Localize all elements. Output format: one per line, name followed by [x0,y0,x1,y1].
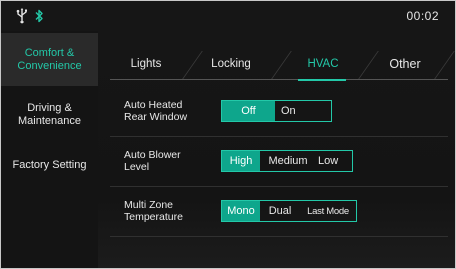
setting-label: Multi Zone Temperature [124,199,183,223]
sidebar-item-label: Factory Setting [12,158,87,171]
usb-icon [16,8,27,24]
clock: 00:02 [406,9,439,23]
sidebar-item-label: Comfort & Convenience [17,46,82,72]
bluetooth-icon [35,9,43,23]
option-mono[interactable]: Mono [222,201,260,221]
sidebar: Comfort & Convenience Driving & Maintena… [1,31,98,268]
sidebar-item-comfort-convenience[interactable]: Comfort & Convenience [1,33,98,86]
tab-label: Locking [211,58,251,70]
multi-zone-temperature-selector: Mono Dual Last Mode [221,200,357,222]
tab-locking[interactable]: Locking [188,49,274,79]
option-medium[interactable]: Medium [260,151,316,171]
tab-label: HVAC [307,58,339,70]
tab-bar: Lights Locking HVAC Other [110,49,455,83]
hvac-settings-screen: 00:02 Comfort & Convenience Driving & Ma… [0,0,456,269]
sidebar-item-driving-maintenance[interactable]: Driving & Maintenance [1,93,98,137]
tab-hvac[interactable]: HVAC [280,49,366,79]
auto-blower-level-selector: High Medium Low [221,150,353,172]
status-icons [15,8,44,24]
tab-label: Other [389,57,421,71]
option-off[interactable]: Off [222,101,275,121]
option-high[interactable]: High [222,151,260,171]
tab-label: Lights [130,58,162,70]
sidebar-item-label: Driving & Maintenance [18,102,81,127]
option-last-mode[interactable]: Last Mode [300,201,356,221]
row-divider [110,186,448,187]
active-tab-indicator [298,79,346,81]
row-divider [110,136,448,137]
settings-panel: Lights Locking HVAC Other Auto Heated Re… [98,31,455,268]
setting-row-auto-blower-level: Auto Blower Level High Medium Low [110,139,448,187]
tab-baseline [110,79,448,80]
tab-other[interactable]: Other [365,49,445,79]
setting-label: Auto Blower Level [124,149,181,173]
option-low[interactable]: Low [316,151,352,171]
option-on[interactable]: On [275,101,331,121]
sidebar-item-factory-setting[interactable]: Factory Setting [1,143,98,187]
setting-row-auto-heated-rear-window: Auto Heated Rear Window Off On [110,89,448,137]
setting-label: Auto Heated Rear Window [124,99,188,123]
option-dual[interactable]: Dual [260,201,300,221]
status-bar: 00:02 [1,1,455,31]
tab-lights[interactable]: Lights [110,49,182,79]
auto-heated-rear-window-toggle: Off On [221,100,332,122]
row-divider [110,236,448,237]
setting-row-multi-zone-temperature: Multi Zone Temperature Mono Dual Last Mo… [110,189,448,237]
